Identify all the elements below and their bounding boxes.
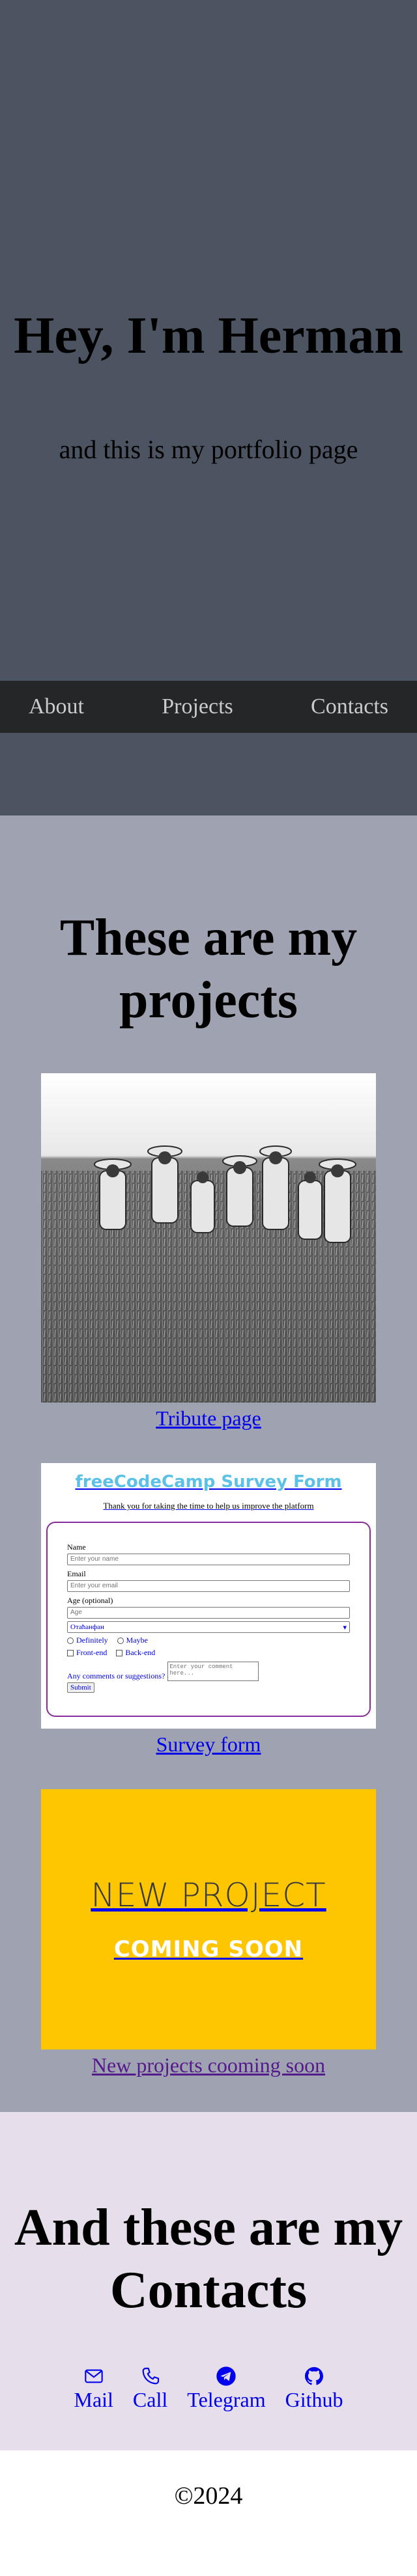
survey-email-label: Email: [67, 1569, 86, 1578]
radio-icon: [67, 1637, 74, 1644]
contact-mail-label: Mail: [74, 2388, 113, 2411]
contact-call-label: Call: [132, 2388, 168, 2411]
survey-form-link[interactable]: Survey form: [156, 1733, 261, 1757]
survey-thumbnail[interactable]: freeCodeCamp Survey Form Thank you for t…: [41, 1463, 376, 1729]
survey-radio-maybe-label: Maybe: [126, 1636, 148, 1645]
contact-call-link[interactable]: Call: [133, 2366, 167, 2413]
github-icon: [305, 2367, 324, 2385]
contacts-title: And these are my Contacts: [14, 2199, 403, 2319]
survey-comments-field: Enter your comment here...: [167, 1662, 259, 1681]
survey-check-backend: Back-end: [116, 1648, 155, 1658]
footer: ©2024: [0, 2450, 417, 2542]
survey-check-frontend-label: Front-end: [76, 1648, 108, 1657]
hero-tagline: and this is my portfolio page: [59, 435, 358, 464]
checkbox-icon: [67, 1649, 74, 1656]
survey-select: Отаћанфан ▾: [67, 1621, 350, 1633]
new-projects-link[interactable]: New projects cooming soon: [92, 2053, 325, 2077]
survey-email-field: Enter your email: [67, 1580, 350, 1592]
contact-telegram-link[interactable]: Telegram: [187, 2366, 266, 2413]
survey-radio-definitely-label: Definitely: [76, 1636, 108, 1645]
contact-mail-link[interactable]: Mail: [74, 2366, 113, 2413]
survey-select-value: Отаћанфан: [70, 1623, 104, 1631]
new-project-title: NEW PROJECT: [91, 1876, 326, 1914]
survey-preview-subtitle: Thank you for taking the time to help us…: [103, 1501, 314, 1511]
survey-check-frontend: Front-end: [67, 1648, 107, 1658]
phone-icon: [142, 2367, 159, 2385]
survey-radio-maybe: Maybe: [117, 1636, 148, 1645]
survey-comments-label: Any comments or suggestions?: [67, 1671, 165, 1680]
radio-icon: [117, 1637, 124, 1644]
tribute-page-link[interactable]: Tribute page: [156, 1406, 261, 1431]
project-new: NEW PROJECT COMING SOON New projects coo…: [0, 1789, 417, 2077]
survey-name-label: Name: [67, 1542, 86, 1552]
survey-preview-form: Name Enter your name Email Enter your em…: [46, 1522, 371, 1717]
checkbox-icon: [116, 1649, 123, 1656]
contact-github-link[interactable]: Github: [285, 2366, 343, 2413]
hero-content: Hey, I'm Herman and this is my portfolio…: [0, 306, 417, 465]
tribute-photo-image: [41, 1073, 376, 1403]
project-list: Tribute page freeCodeCamp Survey Form Th…: [0, 1073, 417, 2077]
projects-title: These are my projects: [59, 909, 358, 1029]
copyright-text: ©2024: [174, 2482, 243, 2510]
contact-github-label: Github: [285, 2388, 343, 2411]
new-project-thumbnail[interactable]: NEW PROJECT COMING SOON: [41, 1789, 376, 2049]
survey-radio-row: Definitely Maybe: [67, 1636, 350, 1645]
project-tribute: Tribute page: [0, 1073, 417, 1431]
nav-about-link[interactable]: About: [29, 694, 84, 719]
survey-radio-definitely: Definitely: [67, 1636, 108, 1645]
tribute-thumbnail[interactable]: [41, 1073, 376, 1403]
survey-check-backend-label: Back-end: [125, 1648, 156, 1657]
survey-age-label: Age (optional): [67, 1596, 113, 1605]
telegram-icon: [216, 2366, 237, 2386]
survey-comments-row: Any comments or suggestions? Enter your …: [67, 1662, 350, 1681]
chevron-down-icon: ▾: [343, 1623, 347, 1632]
nav-contacts-link[interactable]: Contacts: [311, 694, 388, 719]
hero-section: Hey, I'm Herman and this is my portfolio…: [0, 0, 417, 815]
contact-links: Mail Call Telegram Github: [0, 2366, 417, 2413]
survey-preview-title: freeCodeCamp Survey Form: [75, 1472, 342, 1492]
mail-icon: [84, 2369, 103, 2383]
survey-submit-button: Submit: [67, 1682, 94, 1693]
contact-telegram-label: Telegram: [187, 2388, 266, 2411]
new-project-subtitle: COMING SOON: [113, 1936, 304, 1962]
survey-checkbox-row: Front-end Back-end: [67, 1648, 350, 1658]
projects-section: These are my projects Tribute page freeC…: [0, 815, 417, 2112]
hero-title: Hey, I'm Herman: [14, 307, 403, 364]
survey-age-field: Age: [67, 1607, 350, 1619]
nav-projects-link[interactable]: Projects: [162, 694, 233, 719]
project-survey: freeCodeCamp Survey Form Thank you for t…: [0, 1463, 417, 1757]
navbar: About Projects Contacts: [0, 681, 417, 733]
survey-name-field: Enter your name: [67, 1554, 350, 1565]
contacts-section: And these are my Contacts Mail Call Tele…: [0, 2112, 417, 2450]
